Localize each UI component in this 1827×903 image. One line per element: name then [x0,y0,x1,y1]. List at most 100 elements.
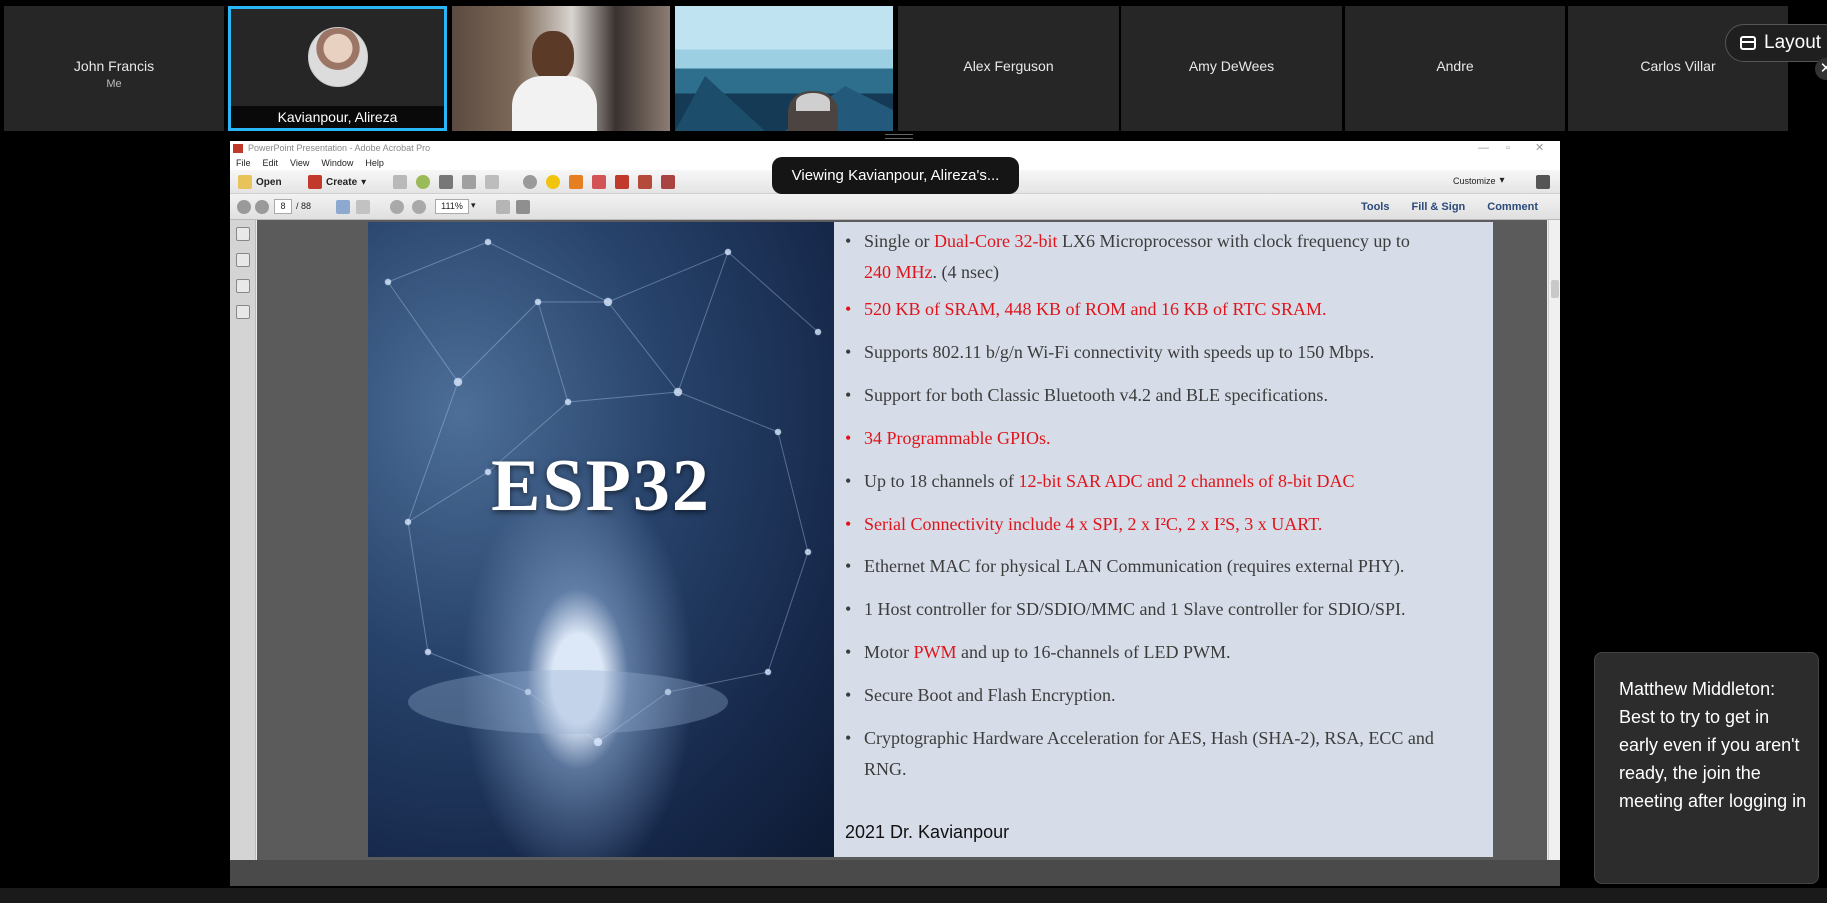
scrollbar-thumb[interactable] [1551,280,1559,298]
slide-bullet: • 34 Programmable GPIOs. [845,423,1485,454]
page-thumbnails-icon[interactable] [236,227,250,241]
participant-strip: John Francis Me Kavianpour, Alireza Alex… [0,6,1827,131]
next-page-icon[interactable] [255,200,269,214]
save-icon[interactable] [393,175,407,189]
bullet-dot: • [845,728,852,748]
print-icon[interactable] [439,175,453,189]
tools-link[interactable]: Tools [1361,201,1390,213]
document-view[interactable]: ESP32 2021 Dr. Kavianpour • Single or Dua… [257,220,1547,860]
slide-bullet: • 1 Host controller for SD/SDIO/MMC and 1… [845,594,1485,625]
combine-icon[interactable] [638,175,652,189]
participant-name: Kavianpour, Alireza [231,106,444,128]
bookmarks-icon[interactable] [236,253,250,267]
pdf-icon [233,144,243,153]
edit-icon[interactable] [462,175,476,189]
zoom-out-icon[interactable] [390,200,404,214]
chat-notification[interactable]: Matthew Middleton: Best to try to get in… [1594,652,1819,884]
fit-page-icon[interactable] [496,200,510,214]
menu-edit[interactable]: Edit [263,156,279,170]
slide: ESP32 2021 Dr. Kavianpour • Single or Dua… [368,222,1493,857]
window-title: PowerPoint Presentation - Adobe Acrobat … [248,143,431,153]
participant-tile-active-speaker[interactable]: Kavianpour, Alireza [228,6,447,131]
comment-icon[interactable] [546,175,560,189]
bullet-text: Single or Dual-Core 32-bit LX6 Microproc… [845,226,1485,288]
resize-handle[interactable] [885,134,913,139]
window-titlebar: PowerPoint Presentation - Adobe Acrobat … [230,141,1560,156]
navigation-toolbar: 8 / 88 111% ▾ Tools Fill & Sign Comment [230,194,1560,220]
menu-file[interactable]: File [236,156,251,170]
participant-tile-alex-ferguson[interactable]: Alex Ferguson [898,6,1119,131]
participant-tile-john-francis[interactable]: John Francis Me [4,6,224,131]
cloud-icon[interactable] [416,175,430,189]
chevron-down-icon[interactable]: ▾ [471,200,476,211]
participant-tile-video[interactable] [675,6,893,131]
fill-sign-link[interactable]: Fill & Sign [1411,201,1465,213]
open-button[interactable]: Open [238,175,282,189]
bullet-text-segment: . (4 nsec) [932,262,999,282]
bullet-text: Support for both Classic Bluetooth v4.2 … [845,380,1485,411]
comment-link[interactable]: Comment [1487,201,1538,213]
redact-icon[interactable] [592,175,606,189]
bullet-text-segment: LX6 Microprocessor with clock frequency … [1057,231,1410,251]
slide-bullet: • Serial Connectivity include 4 x SPI, 2 … [845,509,1485,540]
slide-bullet: • Up to 18 channels of 12-bit SAR ADC and… [845,466,1485,497]
bullet-text: Secure Boot and Flash Encryption. [845,680,1485,711]
customize-dropdown[interactable]: Customize ▾ [1453,175,1505,186]
bullet-dot: • [845,385,852,405]
chat-message: Matthew Middleton: Best to try to get in… [1619,679,1807,811]
viewing-banner[interactable]: Viewing Kavianpour, Alireza's... [772,157,1019,194]
create-button[interactable]: Create ▾ [308,175,366,189]
bullet-dot: • [845,471,852,491]
export-icon[interactable] [615,175,629,189]
create-pdf-icon [308,175,322,189]
avatar [307,27,368,87]
menu-view[interactable]: View [290,156,309,170]
shared-screen-acrobat-window: PowerPoint Presentation - Adobe Acrobat … [230,141,1560,886]
bullet-text-segment: Motor [864,642,914,662]
email-icon[interactable] [485,175,499,189]
slide-bullet: • Single or Dual-Core 32-bit LX6 Micropro… [845,226,1485,288]
settings-icon[interactable] [523,175,537,189]
hand-tool-icon[interactable] [356,200,370,214]
menu-window[interactable]: Window [321,156,353,170]
page-number-input[interactable]: 8 [274,199,292,214]
video-feed [788,91,838,131]
attachments-icon[interactable] [236,305,250,319]
chevron-down-icon: ▾ [1499,175,1505,186]
bullet-text-segment: and up to 16-channels of LED PWM. [956,642,1231,662]
bullet-text-segment: Serial Connectivity include 4 x SPI, 2 x… [864,514,1323,534]
bullet-text-segment: Ethernet MAC for physical LAN Communicat… [864,556,1405,576]
participant-tile-amy-dewees[interactable]: Amy DeWees [1121,6,1342,131]
folder-icon [238,175,252,189]
forms-icon[interactable] [661,175,675,189]
status-bar [230,860,1560,886]
bullet-text-segment: Supports 802.11 b/g/n Wi-Fi connectivity… [864,342,1375,362]
prev-page-icon[interactable] [237,200,251,214]
participant-name: Alex Ferguson [963,58,1054,74]
window-close-icon[interactable]: ✕ [1535,141,1544,156]
bullet-text-segment: 520 KB of SRAM, 448 KB of ROM and 16 KB … [864,299,1327,319]
participant-tile-andre[interactable]: Andre [1345,6,1565,131]
signatures-icon[interactable] [236,279,250,293]
bullet-dot: • [845,299,852,319]
select-cursor-icon[interactable] [336,200,350,214]
participant-self-label: Me [106,78,122,90]
bullet-dot: • [845,685,852,705]
maximize-icon[interactable]: ▫ [1506,141,1510,156]
vertical-scrollbar[interactable] [1548,220,1560,860]
slide-title: ESP32 [491,445,711,527]
fit-width-icon[interactable] [516,200,530,214]
bullet-text-segment: Secure Boot and Flash Encryption. [864,685,1116,705]
highlight-icon[interactable] [569,175,583,189]
bullet-text-segment: RNG. [864,759,907,779]
expand-icon[interactable] [1536,175,1550,189]
zoom-in-icon[interactable] [412,200,426,214]
menu-help[interactable]: Help [365,156,384,170]
bullet-dot: • [845,642,852,662]
participant-tile-video[interactable] [452,6,670,131]
bullet-text-segment: 12-bit SAR ADC and 2 channels of 8-bit D… [1018,471,1355,491]
minimize-icon[interactable]: — [1478,141,1489,156]
layout-button[interactable]: Layout [1725,24,1827,62]
zoom-level-select[interactable]: 111% [435,199,469,214]
slide-bullet: • Supports 802.11 b/g/n Wi-Fi connectivit… [845,337,1485,368]
